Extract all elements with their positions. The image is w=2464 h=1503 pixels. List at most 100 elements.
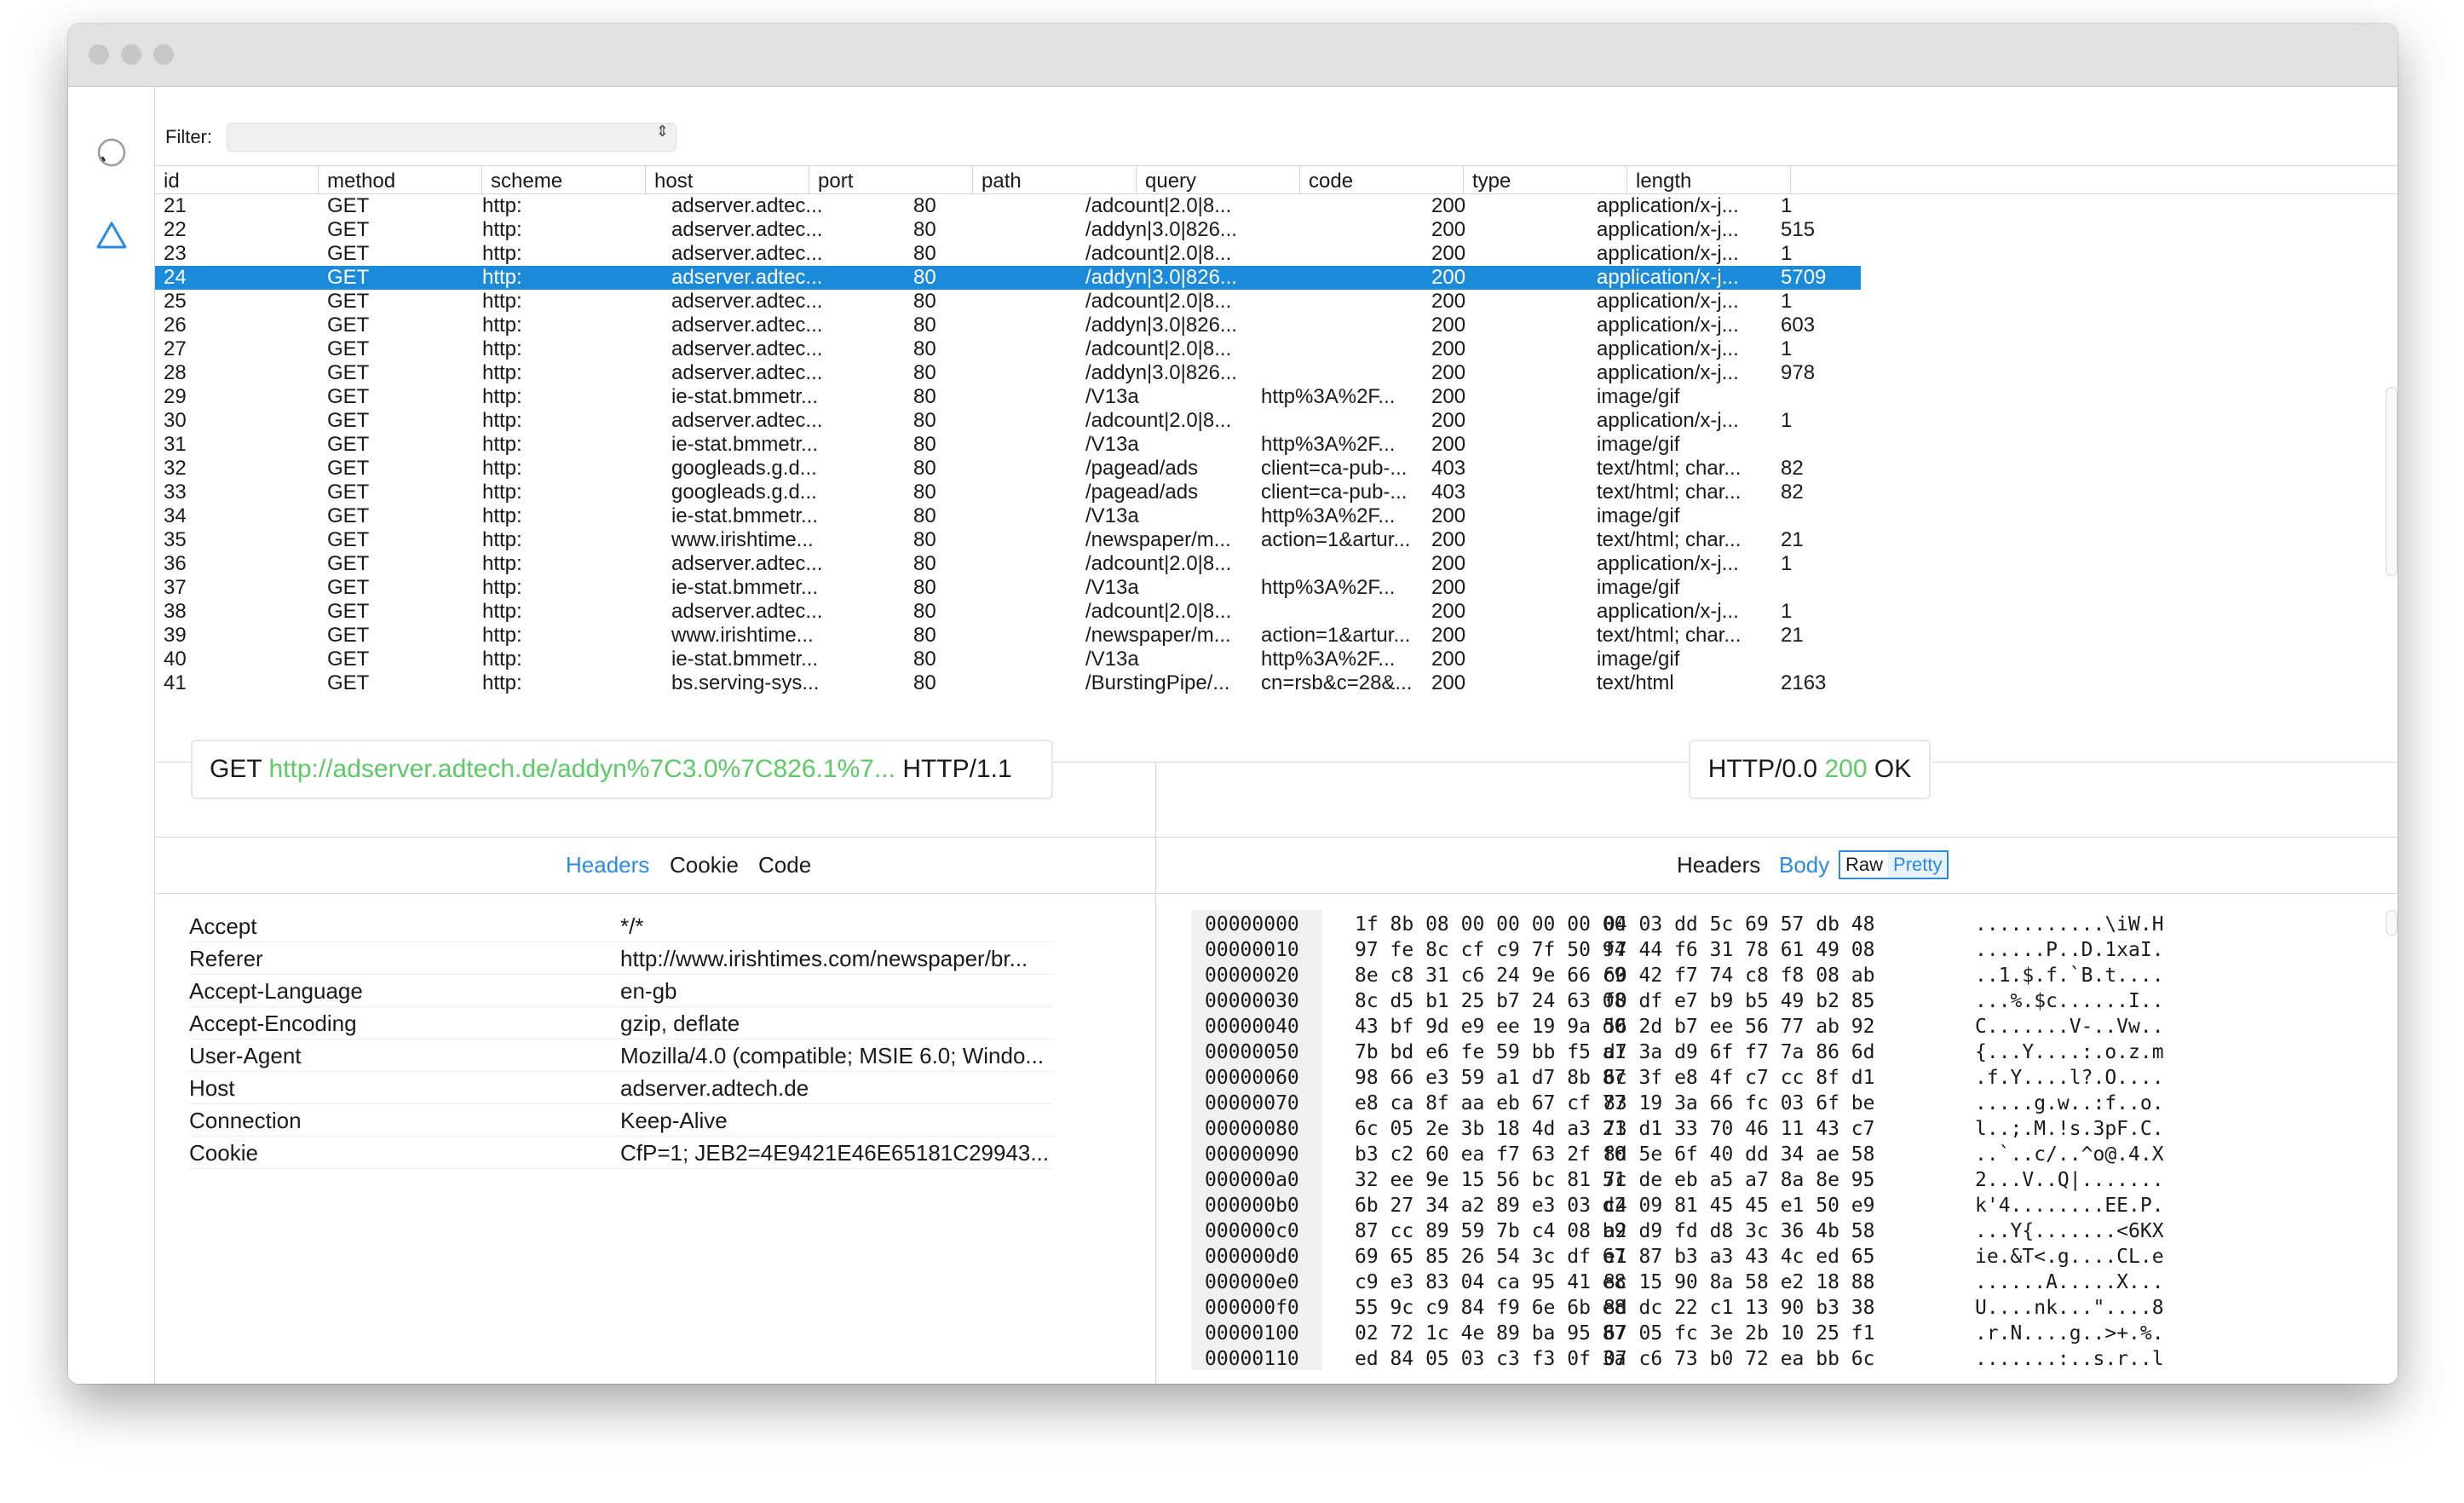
cell-type: image/gif	[1597, 385, 1680, 408]
cell-type: application/x-j...	[1597, 409, 1739, 432]
body-scrollbar[interactable]	[2386, 910, 2398, 936]
column-header-length[interactable]: length	[1627, 166, 1791, 194]
cell-host: adserver.adtec...	[671, 314, 823, 337]
cell-host: ie-stat.bmmetr...	[671, 385, 819, 408]
divider	[1156, 837, 2398, 838]
cell-length: 82	[1781, 481, 1804, 504]
column-header-path[interactable]: path	[973, 166, 1137, 194]
hex-ascii: U....nk..."....8	[1975, 1297, 2164, 1319]
cell-code: 200	[1431, 266, 1466, 289]
cell-port: 80	[913, 481, 936, 504]
tab-request-cookie[interactable]: Cookie	[670, 852, 739, 878]
table-row[interactable]: 24 GET http: adserver.adtec... 80/addyn|3.0|…	[155, 266, 1861, 290]
cell-port: 80	[913, 242, 936, 265]
circle-spinner-icon[interactable]	[90, 131, 133, 174]
table-row[interactable]: 22 GET http: adserver.adtec... 80/addyn|3.0|…	[155, 218, 1861, 242]
table-row[interactable]: 39 GET http: www.irishtime... 80/newspaper/m…	[155, 624, 1861, 648]
cell-port: 80	[913, 361, 936, 384]
table-row[interactable]: 27 GET http: adserver.adtec... 80/adcount|2.…	[155, 337, 1861, 361]
cell-code: 200	[1431, 576, 1466, 599]
cell-id: 28	[164, 361, 187, 384]
table-row[interactable]: 38 GET http: adserver.adtec... 80/adcount|2.…	[155, 600, 1861, 624]
table-row[interactable]: 29 GET http: ie-stat.bmmetr... 80/V13a http%3…	[155, 385, 1861, 409]
cell-type: application/x-j...	[1597, 552, 1739, 575]
column-header-method[interactable]: method	[319, 166, 482, 194]
table-row[interactable]: 36 GET http: adserver.adtec... 80/adcount|2.…	[155, 552, 1861, 576]
hex-bytes-low: 55 9c c9 84 f9 6e 6b e8	[1355, 1297, 1626, 1319]
filter-label: Filter:	[165, 126, 212, 147]
cell-path: /adcount|2.0|8...	[1085, 552, 1232, 575]
table-row[interactable]: 32 GET http: googleads.g.d... 80/pagead/ads c…	[155, 457, 1861, 481]
raw-view-button[interactable]: Raw	[1840, 852, 1889, 878]
table-row[interactable]: 21 GET http: adserver.adtec... 80/adcount|2.…	[155, 194, 1861, 218]
table-row[interactable]: 28 GET http: adserver.adtec... 80/addyn|3.0|…	[155, 361, 1861, 385]
cell-query: action=1&artur...	[1261, 624, 1411, 647]
cell-path: /adcount|2.0|8...	[1085, 337, 1232, 360]
header-row: Cookie CfP=1; JEB2=4E9421E46E65181C29943.…	[189, 1137, 1053, 1169]
triangle-icon[interactable]	[90, 215, 133, 257]
hex-bytes-high: 07 c6 73 b0 72 ea bb 6c	[1603, 1348, 1875, 1370]
table-row[interactable]: 33 GET http: googleads.g.d... 80/pagead/ads c…	[155, 481, 1861, 504]
column-header-code[interactable]: code	[1300, 166, 1464, 194]
column-header-query[interactable]: query	[1137, 166, 1300, 194]
table-row[interactable]: 23 GET http: adserver.adtec... 80/adcount|2.…	[155, 242, 1861, 266]
table-row[interactable]: 35 GET http: www.irishtime... 80/newspaper/m…	[155, 528, 1861, 552]
hex-ascii: .f.Y....l?.O....	[1975, 1067, 2164, 1089]
table-row[interactable]: 41 GET http: bs.serving-sys... 80/BurstingPi…	[155, 671, 1861, 695]
body-view-toggle: Raw Pretty	[1839, 850, 1949, 879]
hex-bytes-low: e8 ca 8f aa eb 67 cf 77	[1355, 1092, 1626, 1114]
cell-query: http%3A%2F...	[1261, 576, 1396, 599]
request-url[interactable]: http://adserver.adtech.de/addyn%7C3.0%7C…	[268, 755, 895, 783]
cell-id: 30	[164, 409, 187, 432]
app-window: Filter: ⇕ id method scheme host port path quer…	[68, 24, 2398, 1384]
hex-ascii: l..;.M.!s.3pF.C.	[1975, 1118, 2164, 1140]
table-row[interactable]: 30 GET http: adserver.adtec... 80/adcount|2.…	[155, 409, 1861, 433]
tab-response-body[interactable]: Body	[1779, 852, 1829, 878]
column-header-scheme[interactable]: scheme	[482, 166, 646, 194]
header-value: CfP=1; JEB2=4E9421E46E65181C29943...	[620, 1140, 1050, 1166]
zoom-window-icon[interactable]	[153, 44, 174, 65]
close-window-icon[interactable]	[89, 44, 109, 65]
header-row: Accept */*	[189, 910, 1053, 942]
cell-id: 32	[164, 457, 187, 480]
cell-code: 200	[1431, 409, 1466, 432]
tab-request-code[interactable]: Code	[758, 852, 811, 878]
tab-response-headers[interactable]: Headers	[1677, 852, 1760, 878]
table-scrollbar[interactable]	[2386, 387, 2398, 576]
minimize-window-icon[interactable]	[121, 44, 141, 65]
table-row[interactable]: 34 GET http: ie-stat.bmmetr... 80/V13a http%3…	[155, 504, 1861, 528]
hex-bytes-low: 6b 27 34 a2 89 e3 03 d2	[1355, 1195, 1626, 1217]
hex-offset: 000000f0	[1205, 1297, 1299, 1319]
header-name: Accept-Language	[189, 978, 363, 1004]
column-header-port[interactable]: port	[809, 166, 973, 194]
column-header-host[interactable]: host	[646, 166, 809, 194]
table-row[interactable]: 40 GET http: ie-stat.bmmetr... 80/V13a http%3…	[155, 648, 1861, 671]
cell-port: 80	[913, 600, 936, 623]
cell-scheme: http:	[482, 290, 522, 313]
cell-type: application/x-j...	[1597, 194, 1739, 217]
tab-request-headers[interactable]: Headers	[566, 852, 649, 878]
splitter-vertical[interactable]	[1155, 762, 1156, 1384]
cell-length: 1	[1781, 409, 1793, 432]
header-name: Referer	[189, 946, 263, 971]
column-header-id[interactable]: id	[155, 166, 319, 194]
hex-bytes-low: 02 72 1c 4e 89 ba 95 87	[1355, 1322, 1626, 1345]
cell-type: application/x-j...	[1597, 600, 1739, 623]
filter-select[interactable]: ⇕	[227, 123, 676, 152]
header-row: Accept-Encoding gzip, deflate	[189, 1007, 1053, 1039]
pretty-view-button[interactable]: Pretty	[1888, 852, 1948, 878]
hex-ascii: ie.&T<.g....CL.e	[1975, 1246, 2164, 1268]
table-row[interactable]: 26 GET http: adserver.adtec... 80/addyn|3.0|…	[155, 314, 1861, 337]
table-row[interactable]: 31 GET http: ie-stat.bmmetr... 80/V13a http%3…	[155, 433, 1861, 457]
cell-host: adserver.adtec...	[671, 242, 823, 265]
cell-id: 24	[164, 266, 187, 289]
header-name: Accept-Encoding	[189, 1011, 357, 1036]
cell-port: 80	[913, 385, 936, 408]
cell-scheme: http:	[482, 504, 522, 527]
hex-bytes-high: c4 09 81 45 45 e1 50 e9	[1603, 1195, 1875, 1217]
table-row[interactable]: 25 GET http: adserver.adtec... 80/adcount|2.…	[155, 290, 1861, 314]
table-row[interactable]: 37 GET http: ie-stat.bmmetr... 80/V13a http%3…	[155, 576, 1861, 600]
hex-bytes-high: 8d 5e 6f 40 dd 34 ae 58	[1603, 1143, 1875, 1166]
column-header-type[interactable]: type	[1464, 166, 1627, 194]
filter-bar: Filter: ⇕	[155, 87, 2398, 165]
